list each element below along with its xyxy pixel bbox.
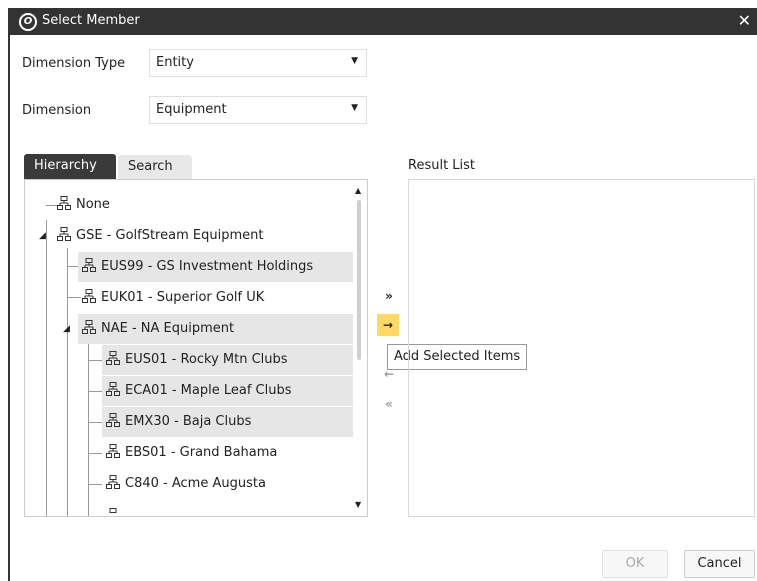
dimension-value: Equipment xyxy=(156,102,227,117)
tab-search[interactable]: Search xyxy=(118,155,192,180)
tree-item-label: None xyxy=(76,197,110,212)
tree-item-label: C840 - Acme Augusta xyxy=(125,476,266,491)
tree-item[interactable]: EUK01 - Superior Golf UK xyxy=(82,283,264,313)
result-list-label: Result List xyxy=(408,158,476,173)
add-all-button[interactable]: » xyxy=(379,286,399,306)
tree-connector xyxy=(88,484,102,485)
tree-connector xyxy=(67,248,68,516)
tree-item[interactable]: EBS01 - Grand Bahama xyxy=(106,438,277,468)
scroll-up-icon[interactable]: ▲ xyxy=(355,186,361,195)
app-logo-icon: O xyxy=(19,13,37,31)
hierarchy-icon xyxy=(106,347,120,365)
result-list[interactable] xyxy=(408,179,755,517)
scroll-thumb[interactable] xyxy=(357,200,361,360)
hierarchy-icon xyxy=(82,285,96,303)
title-bar: O Select Member ✕ xyxy=(10,8,757,35)
tree-item-label: EUK01 - Superior Golf UK xyxy=(101,290,265,305)
tree-connector xyxy=(46,220,47,516)
hierarchy-icon xyxy=(106,440,120,458)
hierarchy-tree: None ◢ GSE - GolfStream Equipment EUS99 … xyxy=(24,179,368,517)
tab-hierarchy[interactable]: Hierarchy xyxy=(24,154,116,179)
hierarchy-icon xyxy=(106,504,120,516)
close-icon[interactable]: ✕ xyxy=(738,11,751,30)
tree-connector xyxy=(88,391,102,392)
tree-item-partial[interactable] xyxy=(106,502,125,516)
hierarchy-icon xyxy=(57,192,71,210)
dimension-type-value: Entity xyxy=(156,55,194,70)
dimension-type-select[interactable]: Entity ▼ xyxy=(149,49,367,77)
tree-connector xyxy=(88,342,89,516)
tree-connector xyxy=(67,297,81,298)
chevron-down-icon: ▼ xyxy=(351,56,358,66)
hierarchy-icon xyxy=(82,254,96,272)
chevron-down-icon: ▼ xyxy=(351,103,358,113)
remove-all-button[interactable]: « xyxy=(379,394,399,414)
select-member-dialog: O Select Member ✕ Dimension Type Entity … xyxy=(8,8,757,581)
tree-item[interactable]: None xyxy=(57,190,110,220)
tree-item[interactable]: GSE - GolfStream Equipment xyxy=(57,221,263,251)
tree-connector xyxy=(88,422,102,423)
tree-item-label: ECA01 - Maple Leaf Clubs xyxy=(125,383,292,398)
hierarchy-icon xyxy=(106,378,120,396)
tree-connector xyxy=(88,453,102,454)
tree-item[interactable]: EUS99 - GS Investment Holdings xyxy=(78,252,353,282)
collapse-triangle-icon[interactable]: ◢ xyxy=(63,324,70,334)
dialog-title: Select Member xyxy=(42,13,140,28)
tree-item-label: EBS01 - Grand Bahama xyxy=(125,445,278,460)
hierarchy-icon xyxy=(106,409,120,427)
hierarchy-icon xyxy=(82,316,96,334)
scroll-down-icon[interactable]: ▼ xyxy=(355,500,361,509)
tree-item[interactable]: NAE - NA Equipment xyxy=(78,314,353,344)
tree-item-label: EUS01 - Rocky Mtn Clubs xyxy=(125,352,288,367)
tree-item[interactable]: C840 - Acme Augusta xyxy=(106,469,266,499)
tree-item-label: NAE - NA Equipment xyxy=(101,321,235,336)
tree-item-label: EMX30 - Baja Clubs xyxy=(125,414,252,429)
tree-item[interactable]: EUS01 - Rocky Mtn Clubs xyxy=(102,345,353,375)
ok-button[interactable]: OK xyxy=(602,550,668,578)
dimension-label: Dimension xyxy=(22,103,92,118)
hierarchy-icon xyxy=(57,223,71,241)
collapse-triangle-icon[interactable]: ◢ xyxy=(39,231,46,241)
tree-item-label: EUS99 - GS Investment Holdings xyxy=(101,259,314,274)
add-selected-button[interactable]: → xyxy=(377,314,399,336)
tree-item-label: GSE - GolfStream Equipment xyxy=(76,228,264,243)
tree-item[interactable]: EMX30 - Baja Clubs xyxy=(102,407,353,437)
hierarchy-icon xyxy=(106,471,120,489)
dimension-type-label: Dimension Type xyxy=(22,56,126,71)
dimension-select[interactable]: Equipment ▼ xyxy=(149,96,367,124)
tree-item[interactable]: ECA01 - Maple Leaf Clubs xyxy=(102,376,353,406)
cancel-button[interactable]: Cancel xyxy=(684,550,755,578)
tree-connector xyxy=(88,360,102,361)
tree-scrollbar[interactable]: ▲ ▼ xyxy=(353,180,367,516)
